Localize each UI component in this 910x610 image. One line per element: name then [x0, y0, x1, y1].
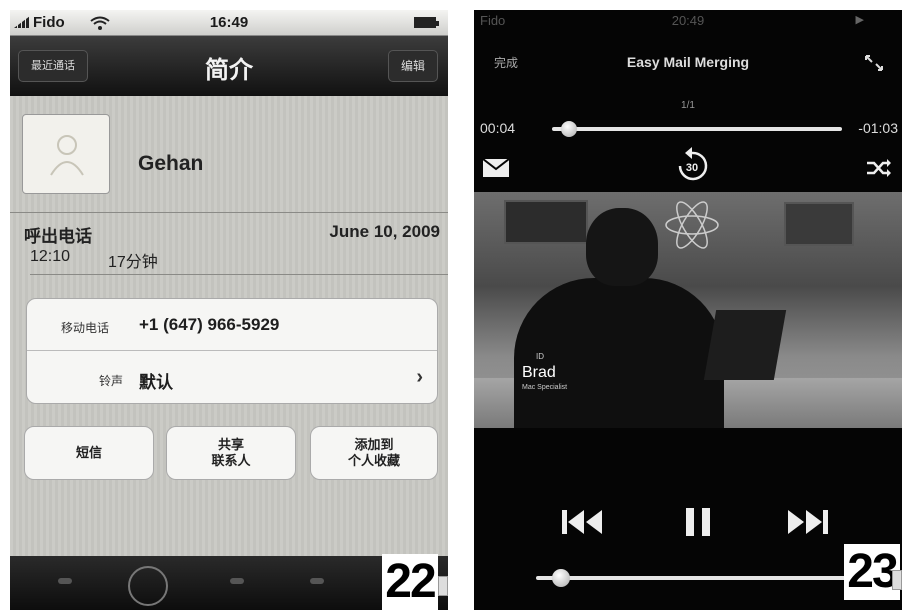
page-title: 简介: [205, 57, 253, 84]
add-to-favorites-label-2: 个人收藏: [347, 453, 400, 468]
divider: [10, 212, 448, 213]
video-frame[interactable]: ID Brad Mac Specialist: [474, 192, 902, 428]
contact-body: Gehan 呼出电话 June 10, 2009 12:10 17分钟 移动电话…: [10, 96, 448, 556]
status-bar: Fido 16:49: [10, 10, 448, 36]
divider: [30, 274, 448, 275]
pause-icon[interactable]: [684, 506, 712, 538]
call-time: 12:10: [30, 248, 71, 265]
home-button[interactable]: [128, 566, 168, 606]
presenter-body: [514, 278, 724, 428]
next-icon[interactable]: [784, 506, 830, 538]
share-contact-button[interactable]: 共享 联系人: [166, 426, 296, 480]
send-message-label: 短信: [75, 445, 102, 460]
clock: 20:49: [671, 13, 705, 28]
add-to-favorites-button[interactable]: 添加到 个人收藏: [310, 426, 438, 480]
video-caption-subtitle: Mac Specialist: [522, 384, 568, 391]
progress-scrubber[interactable]: [552, 127, 842, 131]
caption-mark: ID: [536, 352, 544, 361]
mobile-phone-number: +1 (647) 966-5929: [139, 315, 280, 334]
ringtone-label: 铃声: [99, 374, 124, 388]
video-player-screen: Fido 20:49 ▶ 完成 Easy Mail Merging 1/1 00…: [474, 10, 902, 610]
contact-info-screen: Fido 16:49 最近通话 简介 编辑 Gehan 呼出电话 June 10…: [10, 10, 448, 610]
add-to-favorites-label-1: 添加到: [354, 437, 394, 452]
video-title: Easy Mail Merging: [626, 54, 750, 70]
mobile-phone-row[interactable]: 移动电话 +1 (647) 966-5929: [27, 299, 437, 351]
video-caption-name: Brad: [522, 364, 556, 381]
call-duration: 17分钟: [108, 254, 158, 271]
volume-knob[interactable]: [551, 569, 570, 587]
person-icon: [50, 135, 84, 176]
previous-icon[interactable]: [560, 506, 606, 538]
page-corner-tab: [892, 570, 902, 590]
laptop: [703, 310, 787, 380]
shuffle-icon[interactable]: [866, 158, 892, 178]
ringtone-row[interactable]: 铃声 默认 ›: [27, 352, 437, 404]
share-contact-label-1: 共享: [217, 437, 244, 452]
wall-poster: [504, 200, 588, 244]
send-message-button[interactable]: 短信: [24, 426, 154, 480]
wall-poster: [784, 202, 854, 246]
atom-logo-icon: [665, 201, 719, 249]
volume-slider[interactable]: [536, 576, 846, 580]
call-type: 呼出电话: [24, 227, 92, 246]
elapsed-time: 00:04: [480, 120, 516, 136]
dock-item[interactable]: [310, 578, 324, 584]
clock: 16:49: [209, 14, 249, 31]
progress-knob[interactable]: [561, 121, 578, 137]
remaining-time: -01:03: [858, 120, 898, 136]
share-contact-label-2: 联系人: [211, 453, 251, 468]
expand-icon[interactable]: [864, 54, 884, 72]
dock-item[interactable]: [230, 578, 244, 584]
page-number: 22: [382, 554, 438, 610]
navigation-bar: 最近通话 简介 编辑: [10, 36, 448, 96]
avatar[interactable]: [22, 114, 110, 194]
replay-30-icon[interactable]: 30: [672, 144, 712, 186]
mail-icon[interactable]: [482, 158, 510, 178]
contact-name: Gehan: [138, 152, 204, 175]
contact-details-group: 移动电话 +1 (647) 966-5929 铃声 默认 ›: [26, 298, 438, 404]
battery-icon: [414, 17, 439, 28]
ringtone-value: 默认: [139, 373, 173, 392]
page-corner-tab: [438, 576, 448, 596]
edit-button[interactable]: 编辑: [387, 50, 438, 82]
svg-text:30: 30: [686, 162, 698, 174]
call-date: June 10, 2009: [329, 222, 440, 241]
track-count: 1/1: [681, 100, 695, 111]
chevron-right-icon: ›: [416, 366, 423, 388]
status-bar: Fido 20:49 ▶: [474, 10, 902, 32]
play-status-icon: ▶: [855, 14, 864, 26]
mobile-phone-label: 移动电话: [61, 321, 110, 335]
presenter-head: [586, 208, 658, 286]
dock-item[interactable]: [58, 578, 72, 584]
